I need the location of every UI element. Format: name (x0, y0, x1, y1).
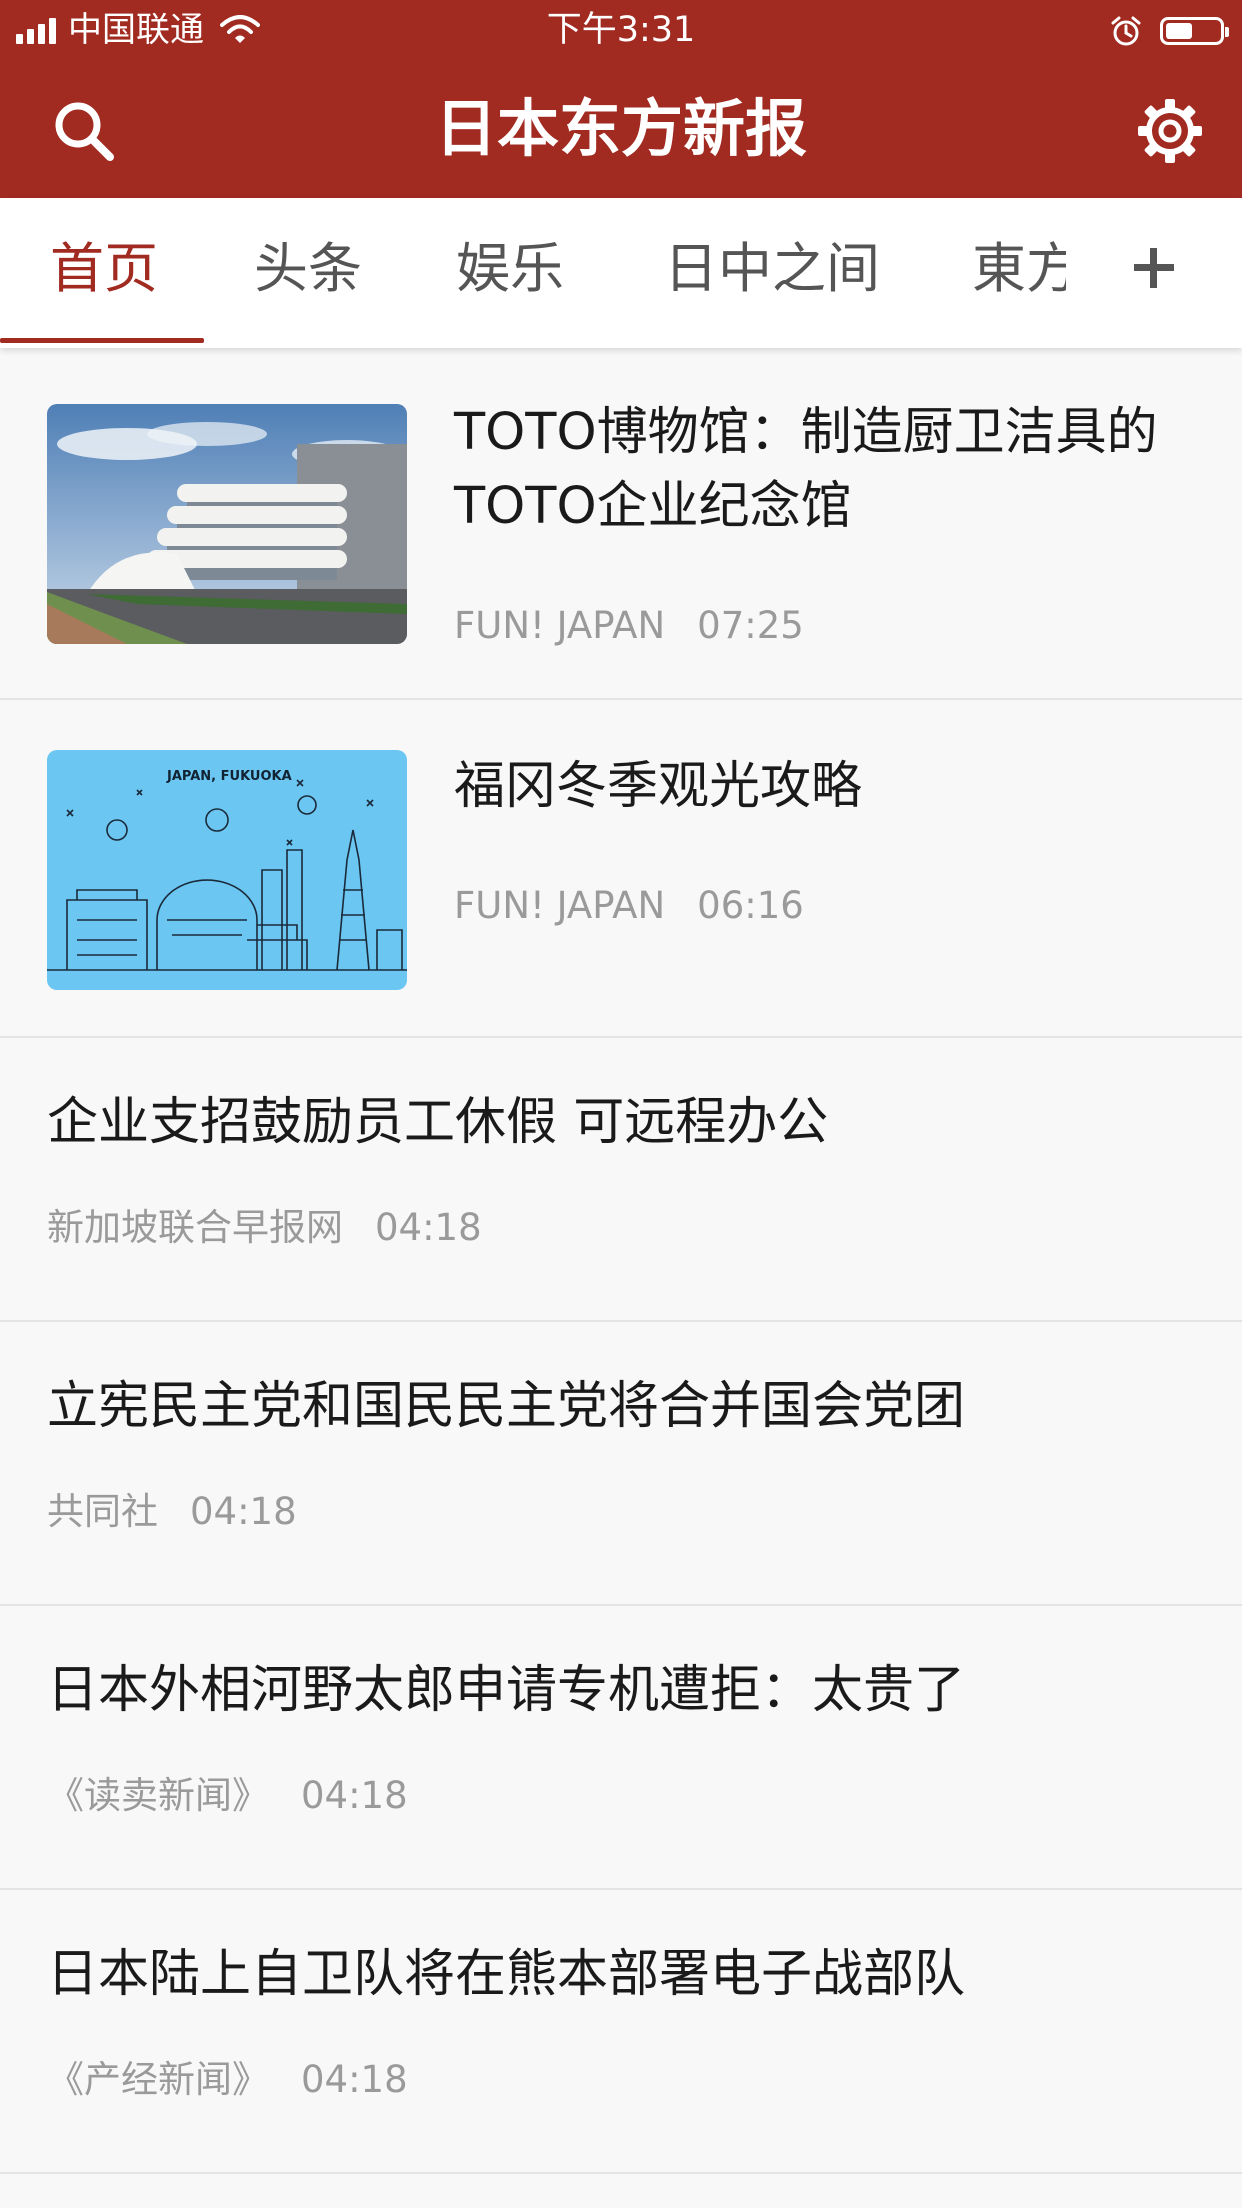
news-source: 《读卖新闻》 (47, 1774, 269, 1817)
news-source: FUN! JAPAN (454, 604, 666, 647)
news-time: 04:18 (301, 2058, 408, 2101)
toto-museum-photo (47, 404, 407, 644)
news-time: 04:18 (375, 1206, 482, 1249)
news-item[interactable]: JAPAN, FUKUOKA 福冈冬季观光攻略 FUN! JAPAN 06:16 (0, 700, 1242, 1038)
news-item[interactable]: 立宪民主党和国民民主党将合并国会党团 共同社 04:18 (0, 1322, 1242, 1606)
news-meta: FUN! JAPAN 07:25 (454, 602, 804, 650)
tab-headlines[interactable]: 头条 (254, 234, 362, 304)
news-title[interactable]: 福冈冬季观光攻略 (454, 750, 1194, 824)
news-meta: 《读卖新闻》 04:18 (47, 1772, 408, 1820)
status-bar: 中国联通 下午3:31 (0, 0, 1242, 60)
battery-icon (1160, 17, 1229, 45)
news-time: 04:18 (301, 1774, 408, 1817)
news-title[interactable]: 企业支招鼓励员工休假 可远程办公 (47, 1086, 1197, 1160)
news-thumbnail (47, 404, 407, 644)
news-item[interactable]: 日本陆上自卫队将在熊本部署电子战部队 《产经新闻》 04:18 (0, 1890, 1242, 2174)
news-source: 共同社 (47, 1490, 158, 1533)
tab-east[interactable]: 東方 (972, 234, 1080, 304)
alarm-icon (1111, 16, 1141, 46)
active-tab-indicator (0, 338, 204, 343)
news-title[interactable]: 日本陆上自卫队将在熊本部署电子战部队 (47, 1938, 1197, 2012)
fukuoka-caption: JAPAN, FUKUOKA (166, 769, 292, 784)
news-source: 《产经新闻》 (47, 2058, 269, 2101)
news-meta: FUN! JAPAN 06:16 (454, 882, 804, 930)
news-title[interactable]: 日本外相河野太郎申请专机遭拒：太贵了 (47, 1654, 1197, 1728)
battery-level (1166, 23, 1192, 39)
news-source: 新加坡联合早报网 (47, 1206, 343, 1249)
fukuoka-illustration: JAPAN, FUKUOKA (47, 750, 407, 990)
tab-home[interactable]: 首页 (50, 234, 158, 304)
tab-japan-china[interactable]: 日中之间 (664, 234, 880, 304)
news-title[interactable]: TOTO博物馆：制造厨卫洁具的TOTO企业纪念馆 (454, 396, 1194, 544)
channel-tabs: 首页 头条 娱乐 日中之间 東方 (0, 198, 1242, 348)
nav-bar: 日本东方新报 (0, 60, 1242, 198)
news-meta: 新加坡联合早报网 04:18 (47, 1204, 482, 1252)
news-meta: 《产经新闻》 04:18 (47, 2056, 408, 2104)
news-thumbnail: JAPAN, FUKUOKA (47, 750, 407, 990)
news-title[interactable]: 立宪民主党和国民民主党将合并国会党团 (47, 1370, 1197, 1444)
news-item[interactable]: TOTO博物馆：制造厨卫洁具的TOTO企业纪念馆 FUN! JAPAN 07:25 (0, 348, 1242, 700)
news-item[interactable]: 企业支招鼓励员工休假 可远程办公 新加坡联合早报网 04:18 (0, 1038, 1242, 1322)
news-item[interactable]: 日本外相河野太郎申请专机遭拒：太贵了 《读卖新闻》 04:18 (0, 1606, 1242, 1890)
app-title: 日本东方新报 (434, 92, 807, 165)
news-time: 04:18 (190, 1490, 297, 1533)
plus-icon[interactable] (1130, 244, 1178, 292)
tab-entertainment[interactable]: 娱乐 (456, 234, 564, 304)
news-time: 06:16 (697, 884, 804, 927)
status-time: 下午3:31 (546, 10, 696, 50)
status-right (1110, 10, 1229, 52)
news-time: 07:25 (697, 604, 804, 647)
news-source: FUN! JAPAN (454, 884, 666, 927)
gear-icon[interactable] (1134, 95, 1206, 167)
news-meta: 共同社 04:18 (47, 1488, 297, 1536)
